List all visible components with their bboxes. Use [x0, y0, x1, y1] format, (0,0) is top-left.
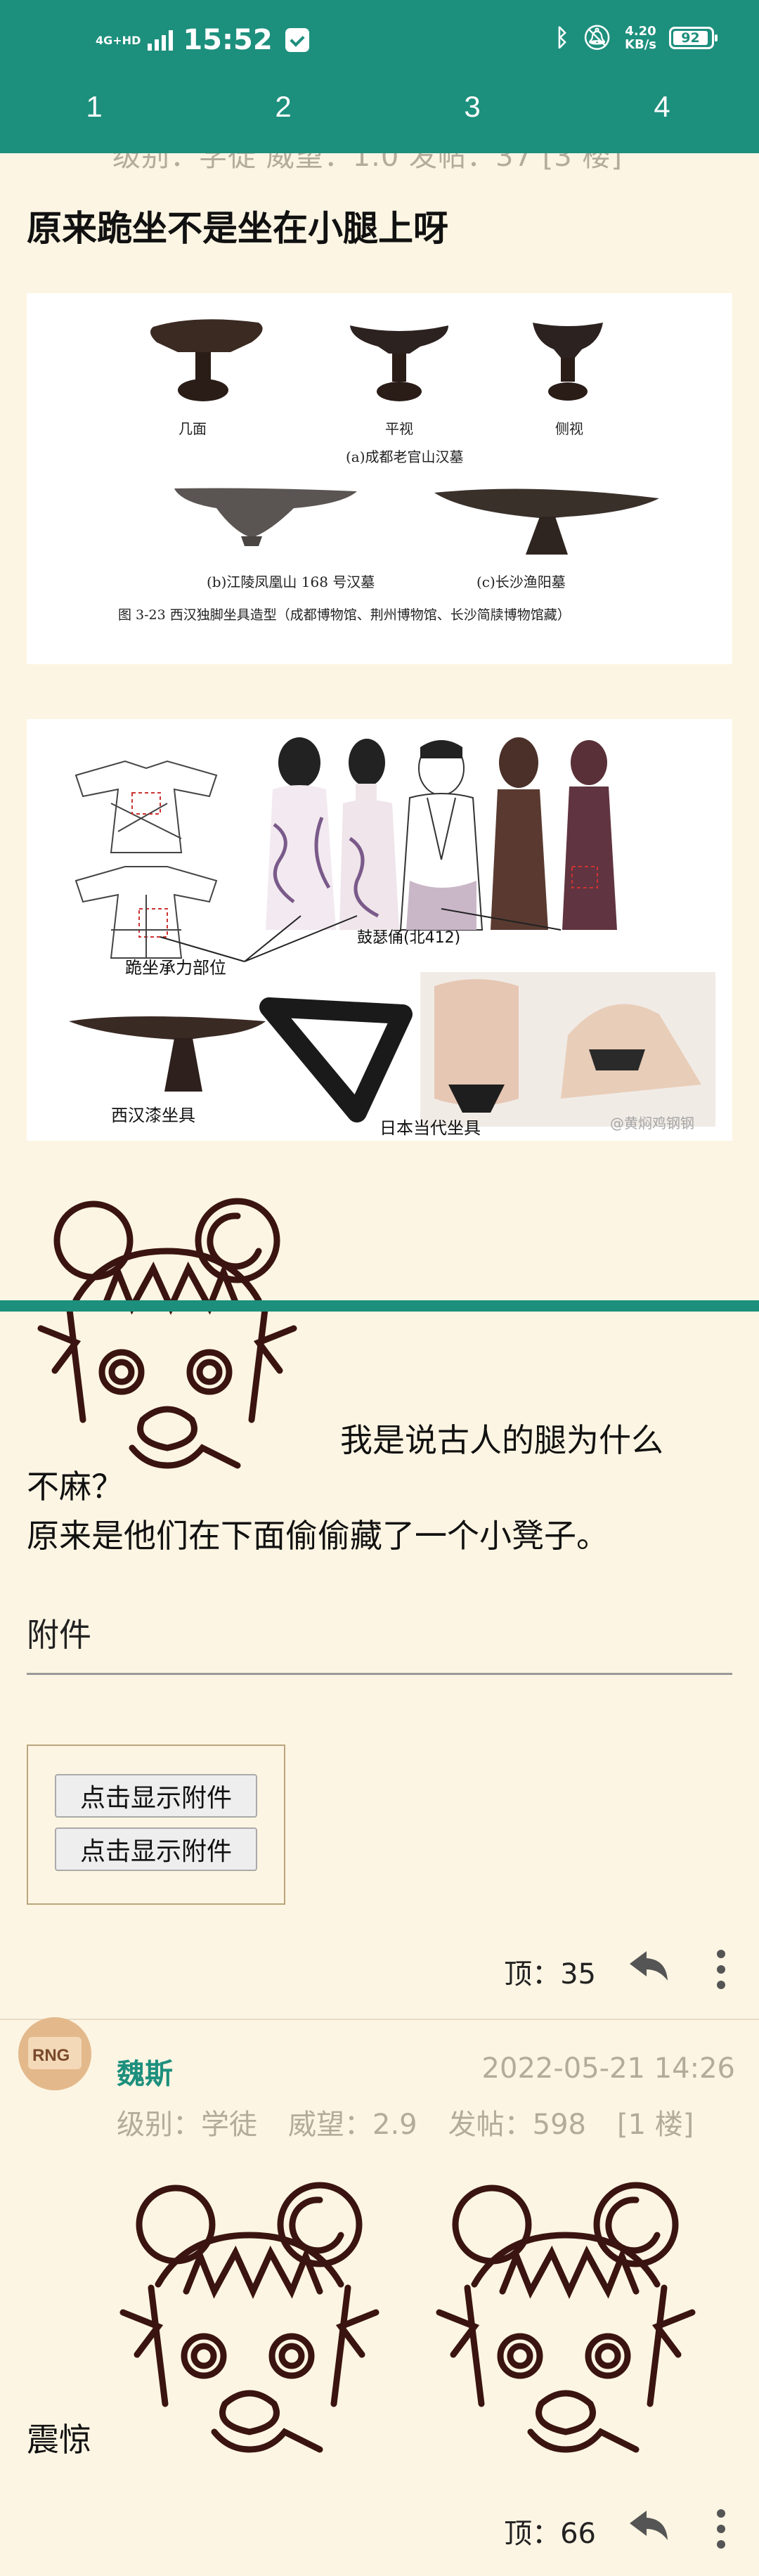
reply-icon[interactable]	[627, 1948, 669, 1983]
show-attachment-button-1[interactable]: 点击显示附件	[55, 1774, 257, 1818]
post-actions: 顶：35	[0, 1946, 759, 2002]
network-type: 4G+HD	[96, 33, 141, 47]
network-speed: 4.20 KB/s	[625, 24, 656, 52]
modern-kneeling-photo	[420, 972, 715, 1127]
more-icon[interactable]	[714, 2509, 728, 2551]
mute-icon: 🔕︎	[581, 24, 613, 52]
post-text-line-1: 我是说古人的腿为什么	[340, 1421, 663, 1459]
show-attachment-button-2[interactable]: 点击显示附件	[55, 1827, 257, 1871]
tab-page-4[interactable]: 4	[627, 90, 697, 124]
attachment-box: 点击显示附件 点击显示附件	[27, 1745, 285, 1905]
label-han-stool: 西汉漆坐具	[111, 1106, 195, 1125]
caption-b: (b)江陵凤凰山 168 号汉墓	[207, 574, 375, 590]
page-tabs: 1 2 3 4	[0, 90, 759, 139]
watermark: @黄焖鸡钢钢	[610, 1115, 694, 1132]
clock: 15:52	[183, 24, 273, 56]
top-bar: 4G+HD 15:52 ᛒ 🔕︎ 4.20 KB/s 92 1 2 3 4	[0, 0, 759, 153]
caption-a: (a)成都老官山汉墓	[346, 448, 464, 465]
page-divider	[0, 1300, 759, 1312]
signal-icon	[148, 30, 174, 51]
message-icon	[285, 28, 309, 52]
user-meta: 级别：学徒 威望：2.9 发帖：598 [1 楼]	[117, 2102, 694, 2142]
tab-page-3[interactable]: 3	[437, 90, 507, 124]
figure-caption: 图 3-23 西汉独脚坐具造型（成都博物馆、荆州博物馆、长沙简牍博物馆藏）	[118, 607, 571, 623]
battery-icon: 92	[669, 27, 718, 49]
floor-number: [1 楼]	[616, 2109, 694, 2141]
label-kneel-point: 跪坐承力部位	[125, 958, 226, 978]
attachment-rule	[27, 1673, 732, 1675]
label-level: 平视	[385, 420, 413, 437]
svg-text:RNG: RNG	[32, 2046, 70, 2065]
attachment-label: 附件	[27, 1616, 91, 1654]
avatar[interactable]: RNG	[18, 2017, 91, 2090]
more-icon[interactable]	[714, 1950, 728, 1992]
stool-photo-figure[interactable]: 几面 平视 侧视 (a)成都老官山汉墓 (b)江陵凤凰山 168 号汉墓 (c)…	[27, 293, 732, 664]
caption-c: (c)长沙渔阳墓	[476, 574, 566, 590]
label-japan-stool: 日本当代坐具	[379, 1118, 481, 1138]
user-level: 级别：学徒	[117, 2109, 257, 2141]
post-title: 原来跪坐不是坐在小腿上呀	[27, 208, 448, 249]
username[interactable]: 魏斯	[117, 2051, 173, 2092]
reply-icon[interactable]	[627, 2508, 669, 2543]
post-date: 2022-05-21 14:26	[481, 2052, 735, 2085]
upvote-count[interactable]: 顶：35	[504, 1951, 596, 1992]
post-text-line-3: 原来是他们在下面偷偷藏了一个小凳子。	[27, 1517, 609, 1555]
anime-girl-sticker	[37, 1198, 297, 1469]
anime-girl-sticker	[119, 2182, 379, 2453]
user-prestige: 威望：2.9	[288, 2109, 417, 2141]
user-post-count: 发帖：598	[448, 2109, 586, 2141]
post-separator	[0, 2019, 759, 2020]
anime-girl-sticker	[436, 2182, 696, 2453]
post-text-line-2: 不麻？	[27, 1468, 124, 1506]
tab-page-1[interactable]: 1	[59, 90, 129, 124]
post-text: 震惊	[27, 2421, 91, 2459]
label-gu-figurine: 鼓瑟俑(北412)	[357, 929, 460, 947]
tab-page-2[interactable]: 2	[248, 90, 318, 124]
post-actions: 顶：66	[0, 2505, 759, 2561]
battery-level: 92	[673, 30, 708, 46]
label-front: 几面	[179, 420, 207, 437]
upvote-count[interactable]: 顶：66	[504, 2511, 596, 2551]
bluetooth-icon: ᛒ	[554, 24, 569, 52]
kneeling-diagram-figure[interactable]: 鼓瑟俑(北412) 跪坐承力部位 西汉漆坐具 日本当代坐具 @黄焖鸡钢钢	[27, 719, 732, 1141]
status-bar: 4G+HD 15:52 ᛒ 🔕︎ 4.20 KB/s 92	[0, 0, 759, 84]
label-side: 侧视	[555, 420, 583, 437]
